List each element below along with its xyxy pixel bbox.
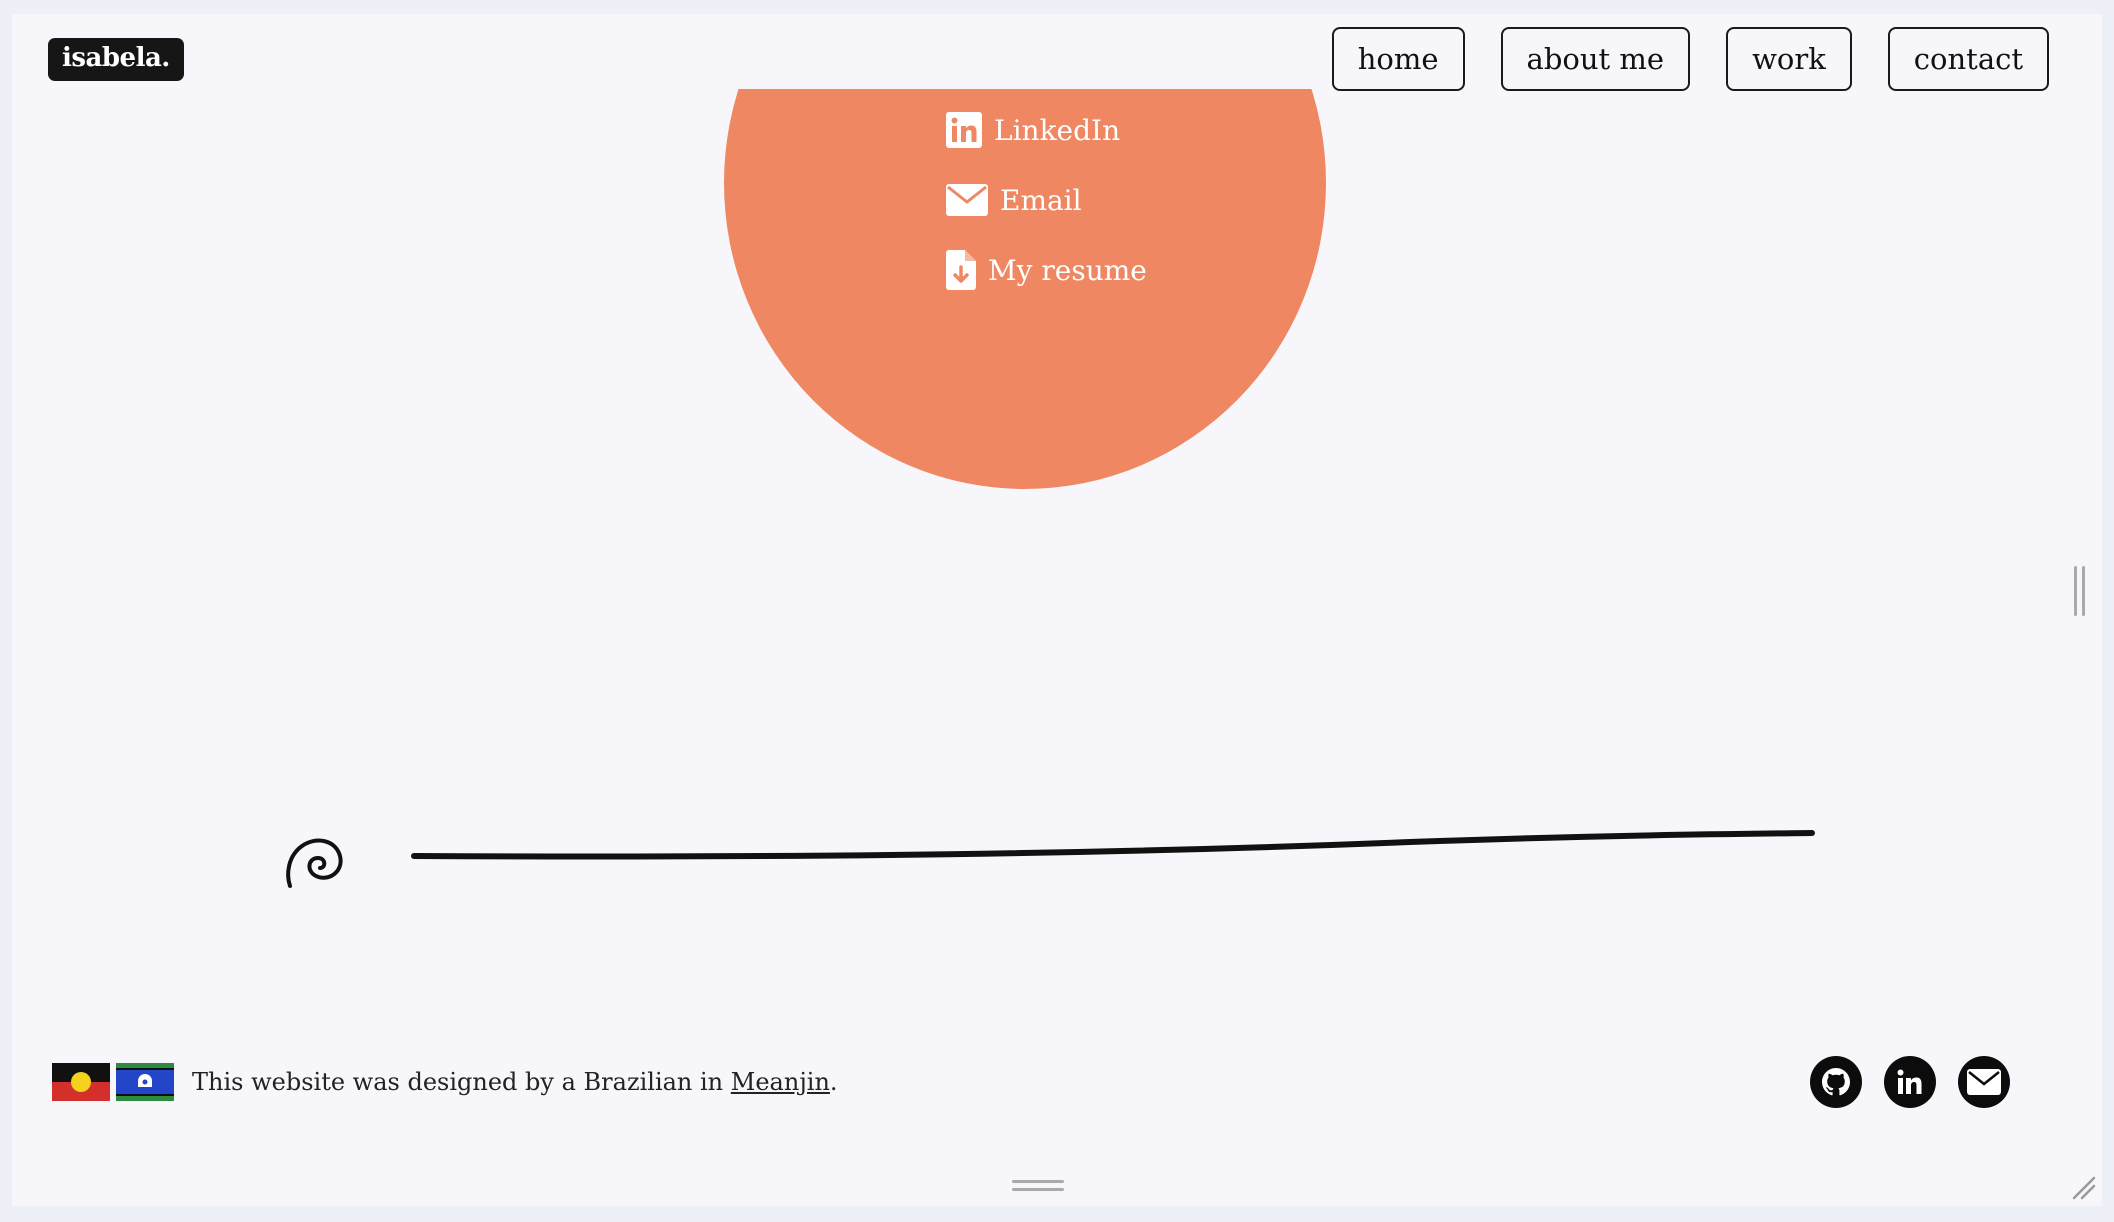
linkedin-icon — [946, 112, 982, 148]
credit-suffix: . — [829, 1068, 838, 1096]
envelope-icon — [946, 184, 988, 216]
spiral-doodle — [286, 838, 343, 888]
email-link[interactable]: Email — [946, 181, 1147, 219]
resume-link[interactable]: My resume — [946, 250, 1147, 290]
vertical-resize-handle[interactable] — [2074, 566, 2086, 616]
resize-grip-icon[interactable] — [2070, 1174, 2096, 1200]
nav-about-button[interactable]: about me — [1500, 27, 1691, 91]
main-nav: home about me work contact — [1331, 27, 2049, 91]
email-link-label: Email — [1000, 183, 1082, 217]
horizontal-resize-handle[interactable] — [1012, 1180, 1064, 1194]
hand-drawn-divider — [411, 830, 1815, 860]
site-logo[interactable]: isabela. — [48, 38, 184, 81]
nav-work-button[interactable]: work — [1726, 27, 1852, 91]
nav-home-button[interactable]: home — [1331, 27, 1465, 91]
flags — [52, 1063, 174, 1101]
footer-social-icons — [1810, 1056, 2010, 1108]
torres-strait-flag-icon — [116, 1063, 174, 1101]
file-download-icon — [946, 250, 976, 290]
envelope-icon[interactable] — [1958, 1056, 2010, 1108]
linkedin-link[interactable]: LinkedIn — [946, 111, 1147, 149]
linkedin-link-label: LinkedIn — [994, 113, 1121, 147]
footer-credit-text: This website was designed by a Brazilian… — [192, 1068, 838, 1096]
linkedin-icon[interactable] — [1884, 1056, 1936, 1108]
aboriginal-flag-icon — [52, 1063, 110, 1101]
meanjin-link[interactable]: Meanjin — [731, 1068, 830, 1096]
credit-prefix: This website was designed by a Brazilian… — [192, 1068, 731, 1096]
footer-credit: This website was designed by a Brazilian… — [52, 1063, 838, 1101]
nav-contact-button[interactable]: contact — [1887, 27, 2049, 91]
contact-links-list: LinkedIn Email My resume — [946, 111, 1147, 290]
resume-link-label: My resume — [988, 253, 1147, 287]
github-icon[interactable] — [1810, 1056, 1862, 1108]
